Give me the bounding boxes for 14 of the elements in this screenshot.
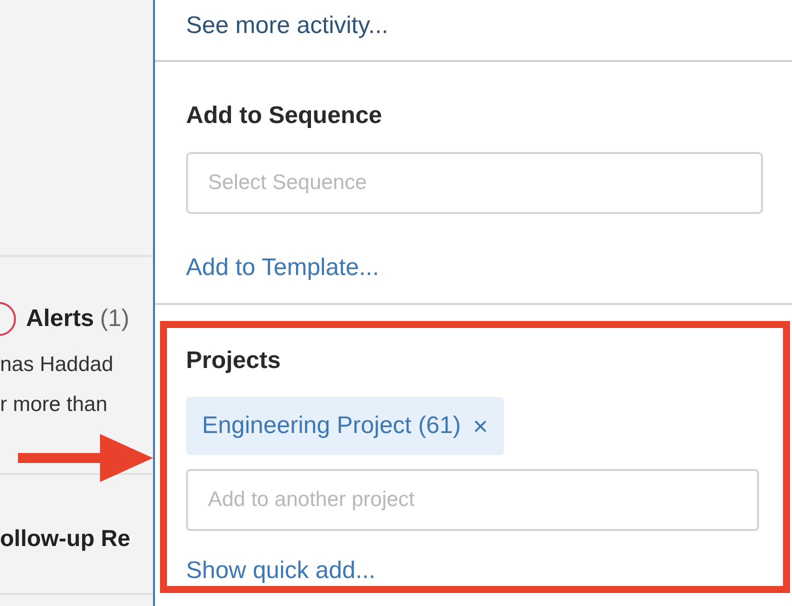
project-tag-label: Engineering Project (61)	[202, 411, 461, 441]
follow-up-title: ollow-up Re	[0, 525, 130, 551]
alerts-count: (1)	[100, 304, 130, 334]
remove-tag-button[interactable]: ×	[472, 406, 488, 446]
alerts-title: Alerts	[26, 304, 94, 334]
show-quick-add-link[interactable]: Show quick add...	[186, 553, 763, 589]
alert-text: nas Haddad	[0, 352, 114, 378]
add-to-template-link[interactable]: Add to Template...	[186, 250, 763, 286]
add-project-field[interactable]: Add to another project	[186, 469, 759, 531]
see-more-activity-link[interactable]: See more activity...	[186, 8, 388, 44]
sequence-heading: Add to Sequence	[186, 101, 384, 131]
sequence-select-field[interactable]: Select Sequence	[186, 152, 763, 214]
alert-text: r more than	[0, 392, 108, 418]
projects-heading: Projects	[186, 346, 282, 376]
